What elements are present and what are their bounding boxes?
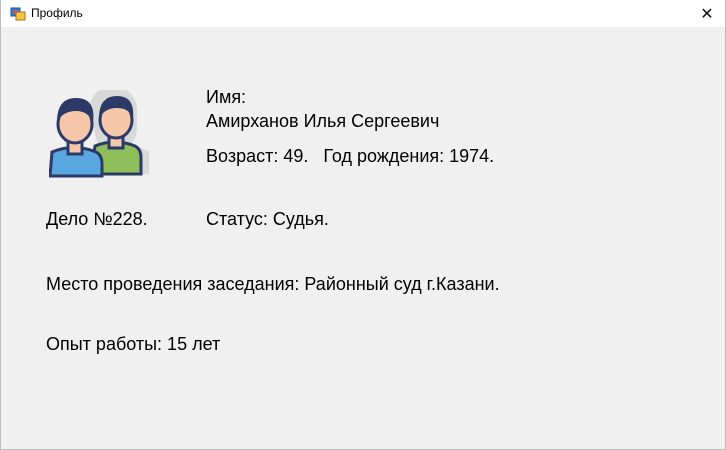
status-label: Статус: Судья.	[206, 209, 329, 229]
close-button[interactable]: ✕	[689, 0, 725, 27]
venue-label: Место проведения заседания: Районный суд…	[46, 274, 500, 294]
experience-label: Опыт работы: 15 лет	[46, 334, 221, 354]
close-icon: ✕	[700, 5, 714, 23]
case-number: Дело №228.	[46, 209, 148, 229]
name-label: Имя:	[206, 87, 247, 107]
users-icon	[49, 90, 149, 178]
form-icon	[10, 7, 26, 21]
age-birth-year: Возраст: 49. Год рождения: 1974.	[206, 146, 495, 166]
profile-window: Профиль ✕ Имя: Амирханов Илья Сергеевич …	[0, 0, 726, 450]
window-title: Профиль	[31, 6, 83, 20]
title-bar: Профиль ✕	[1, 0, 725, 27]
full-name: Амирханов Илья Сергеевич	[206, 111, 440, 131]
